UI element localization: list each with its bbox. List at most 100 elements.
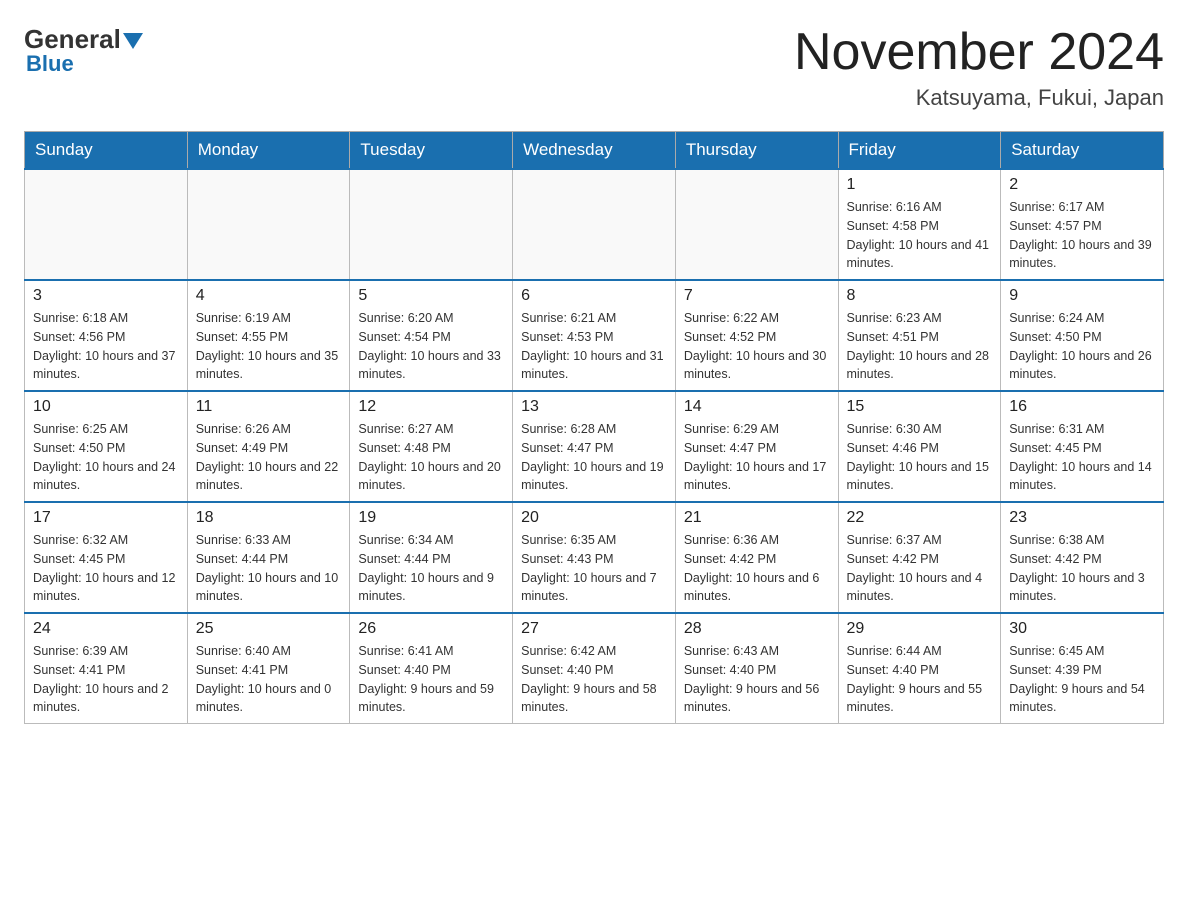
day-info: Sunrise: 6:18 AMSunset: 4:56 PMDaylight:…	[33, 309, 179, 384]
day-info: Sunrise: 6:40 AMSunset: 4:41 PMDaylight:…	[196, 642, 342, 717]
day-info: Sunrise: 6:23 AMSunset: 4:51 PMDaylight:…	[847, 309, 993, 384]
calendar-cell: 10 Sunrise: 6:25 AMSunset: 4:50 PMDayligh…	[25, 391, 188, 502]
calendar-header-row: Sunday Monday Tuesday Wednesday Thursday…	[25, 132, 1164, 170]
day-info: Sunrise: 6:25 AMSunset: 4:50 PMDaylight:…	[33, 420, 179, 495]
day-number: 26	[358, 620, 504, 638]
day-number: 2	[1009, 176, 1155, 194]
day-info: Sunrise: 6:24 AMSunset: 4:50 PMDaylight:…	[1009, 309, 1155, 384]
day-info: Sunrise: 6:20 AMSunset: 4:54 PMDaylight:…	[358, 309, 504, 384]
calendar-cell: 24Sunrise: 6:39 AMSunset: 4:41 PMDayligh…	[25, 613, 188, 724]
day-info: Sunrise: 6:44 AMSunset: 4:40 PMDaylight:…	[847, 642, 993, 717]
col-sunday: Sunday	[25, 132, 188, 170]
day-info: Sunrise: 6:21 AMSunset: 4:53 PMDaylight:…	[521, 309, 667, 384]
calendar-cell: 4Sunrise: 6:19 AMSunset: 4:55 PMDaylight…	[187, 280, 350, 391]
calendar-week-1: 1 Sunrise: 6:16 AMSunset: 4:58 PMDaylight…	[25, 169, 1164, 280]
calendar-week-4: 17Sunrise: 6:32 AMSunset: 4:45 PMDayligh…	[25, 502, 1164, 613]
calendar-cell: 18Sunrise: 6:33 AMSunset: 4:44 PMDayligh…	[187, 502, 350, 613]
day-number: 6	[521, 287, 667, 305]
calendar-cell: 19 Sunrise: 6:34 AMSunset: 4:44 PMDayligh…	[350, 502, 513, 613]
day-number: 8	[847, 287, 993, 305]
day-info: Sunrise: 6:39 AMSunset: 4:41 PMDaylight:…	[33, 642, 179, 717]
day-info: Sunrise: 6:37 AMSunset: 4:42 PMDaylight:…	[847, 531, 993, 606]
title-section: November 2024 Katsuyama, Fukui, Japan	[794, 24, 1164, 111]
day-info: Sunrise: 6:30 AMSunset: 4:46 PMDaylight:…	[847, 420, 993, 495]
day-info: Sunrise: 6:32 AMSunset: 4:45 PMDaylight:…	[33, 531, 179, 606]
day-info: Sunrise: 6:33 AMSunset: 4:44 PMDaylight:…	[196, 531, 342, 606]
calendar-cell: 8 Sunrise: 6:23 AMSunset: 4:51 PMDaylight…	[838, 280, 1001, 391]
day-number: 25	[196, 620, 342, 638]
day-number: 10	[33, 398, 179, 416]
calendar-cell: 1 Sunrise: 6:16 AMSunset: 4:58 PMDaylight…	[838, 169, 1001, 280]
calendar-cell: 2 Sunrise: 6:17 AMSunset: 4:57 PMDaylight…	[1001, 169, 1164, 280]
day-number: 1	[847, 176, 993, 194]
calendar-cell: 9 Sunrise: 6:24 AMSunset: 4:50 PMDaylight…	[1001, 280, 1164, 391]
calendar-cell: 11Sunrise: 6:26 AMSunset: 4:49 PMDayligh…	[187, 391, 350, 502]
calendar-cell	[187, 169, 350, 280]
day-info: Sunrise: 6:42 AMSunset: 4:40 PMDaylight:…	[521, 642, 667, 717]
day-number: 19	[358, 509, 504, 527]
day-info: Sunrise: 6:41 AMSunset: 4:40 PMDaylight:…	[358, 642, 504, 717]
day-number: 14	[684, 398, 830, 416]
day-number: 16	[1009, 398, 1155, 416]
logo-blue: Blue	[26, 51, 74, 77]
col-monday: Monday	[187, 132, 350, 170]
col-saturday: Saturday	[1001, 132, 1164, 170]
calendar-table: Sunday Monday Tuesday Wednesday Thursday…	[24, 131, 1164, 724]
calendar-cell: 29 Sunrise: 6:44 AMSunset: 4:40 PMDayligh…	[838, 613, 1001, 724]
calendar-cell: 13Sunrise: 6:28 AMSunset: 4:47 PMDayligh…	[513, 391, 676, 502]
day-info: Sunrise: 6:26 AMSunset: 4:49 PMDaylight:…	[196, 420, 342, 495]
day-info: Sunrise: 6:35 AMSunset: 4:43 PMDaylight:…	[521, 531, 667, 606]
calendar-cell: 25 Sunrise: 6:40 AMSunset: 4:41 PMDayligh…	[187, 613, 350, 724]
calendar-cell: 26 Sunrise: 6:41 AMSunset: 4:40 PMDayligh…	[350, 613, 513, 724]
col-tuesday: Tuesday	[350, 132, 513, 170]
calendar-cell	[675, 169, 838, 280]
day-number: 5	[358, 287, 504, 305]
logo-triangle-icon	[123, 33, 143, 49]
calendar-cell: 23 Sunrise: 6:38 AMSunset: 4:42 PMDayligh…	[1001, 502, 1164, 613]
day-number: 27	[521, 620, 667, 638]
day-info: Sunrise: 6:31 AMSunset: 4:45 PMDaylight:…	[1009, 420, 1155, 495]
day-number: 20	[521, 509, 667, 527]
day-number: 23	[1009, 509, 1155, 527]
day-info: Sunrise: 6:43 AMSunset: 4:40 PMDaylight:…	[684, 642, 830, 717]
calendar-cell: 14 Sunrise: 6:29 AMSunset: 4:47 PMDayligh…	[675, 391, 838, 502]
day-info: Sunrise: 6:29 AMSunset: 4:47 PMDaylight:…	[684, 420, 830, 495]
page-header: General Blue November 2024 Katsuyama, Fu…	[24, 24, 1164, 111]
calendar-cell	[513, 169, 676, 280]
day-info: Sunrise: 6:34 AMSunset: 4:44 PMDaylight:…	[358, 531, 504, 606]
location: Katsuyama, Fukui, Japan	[794, 85, 1164, 111]
calendar-cell: 12 Sunrise: 6:27 AMSunset: 4:48 PMDayligh…	[350, 391, 513, 502]
day-info: Sunrise: 6:38 AMSunset: 4:42 PMDaylight:…	[1009, 531, 1155, 606]
day-number: 7	[684, 287, 830, 305]
day-number: 12	[358, 398, 504, 416]
calendar-week-5: 24Sunrise: 6:39 AMSunset: 4:41 PMDayligh…	[25, 613, 1164, 724]
day-number: 30	[1009, 620, 1155, 638]
day-info: Sunrise: 6:22 AMSunset: 4:52 PMDaylight:…	[684, 309, 830, 384]
logo: General Blue	[24, 24, 143, 77]
day-info: Sunrise: 6:19 AMSunset: 4:55 PMDaylight:…	[196, 309, 342, 384]
calendar-cell: 17Sunrise: 6:32 AMSunset: 4:45 PMDayligh…	[25, 502, 188, 613]
calendar-cell: 7 Sunrise: 6:22 AMSunset: 4:52 PMDaylight…	[675, 280, 838, 391]
calendar-cell: 27 Sunrise: 6:42 AMSunset: 4:40 PMDayligh…	[513, 613, 676, 724]
day-number: 13	[521, 398, 667, 416]
calendar-cell	[25, 169, 188, 280]
calendar-cell: 15Sunrise: 6:30 AMSunset: 4:46 PMDayligh…	[838, 391, 1001, 502]
day-info: Sunrise: 6:17 AMSunset: 4:57 PMDaylight:…	[1009, 198, 1155, 273]
day-number: 9	[1009, 287, 1155, 305]
calendar-cell: 6 Sunrise: 6:21 AMSunset: 4:53 PMDaylight…	[513, 280, 676, 391]
calendar-cell: 5 Sunrise: 6:20 AMSunset: 4:54 PMDaylight…	[350, 280, 513, 391]
calendar-cell: 28Sunrise: 6:43 AMSunset: 4:40 PMDayligh…	[675, 613, 838, 724]
day-info: Sunrise: 6:36 AMSunset: 4:42 PMDaylight:…	[684, 531, 830, 606]
day-number: 21	[684, 509, 830, 527]
calendar-cell: 21 Sunrise: 6:36 AMSunset: 4:42 PMDayligh…	[675, 502, 838, 613]
calendar-cell	[350, 169, 513, 280]
day-info: Sunrise: 6:16 AMSunset: 4:58 PMDaylight:…	[847, 198, 993, 273]
day-number: 3	[33, 287, 179, 305]
day-number: 29	[847, 620, 993, 638]
calendar-cell: 16 Sunrise: 6:31 AMSunset: 4:45 PMDayligh…	[1001, 391, 1164, 502]
day-info: Sunrise: 6:27 AMSunset: 4:48 PMDaylight:…	[358, 420, 504, 495]
calendar-week-3: 10 Sunrise: 6:25 AMSunset: 4:50 PMDayligh…	[25, 391, 1164, 502]
calendar-cell: 22Sunrise: 6:37 AMSunset: 4:42 PMDayligh…	[838, 502, 1001, 613]
col-thursday: Thursday	[675, 132, 838, 170]
calendar-cell: 3 Sunrise: 6:18 AMSunset: 4:56 PMDaylight…	[25, 280, 188, 391]
